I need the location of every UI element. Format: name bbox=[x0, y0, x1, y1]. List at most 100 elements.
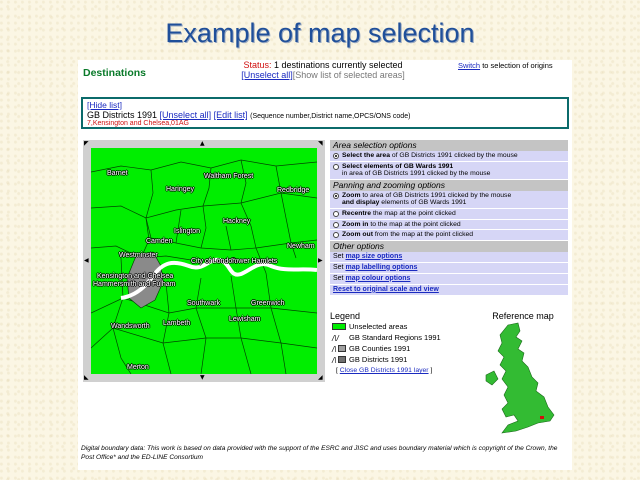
legend-unselected-label: Unselected areas bbox=[349, 322, 408, 331]
pan-option-zoom-out[interactable]: Zoom out from the map at the point click… bbox=[330, 230, 568, 241]
switch-text: to selection of origins bbox=[482, 61, 553, 70]
map-label-haringey: Haringey bbox=[166, 186, 195, 193]
area-option-select-elements[interactable]: Select elements of GB Wards 1991 in area… bbox=[330, 161, 568, 180]
pan-opt2-strong: Recentre bbox=[342, 209, 372, 217]
selected-district-area[interactable] bbox=[126, 251, 164, 309]
pan-up-right-icon[interactable]: ◥ bbox=[318, 141, 323, 147]
legend-title: Legend bbox=[330, 311, 361, 321]
set-label-2: Set bbox=[333, 263, 344, 271]
radio-select-area[interactable] bbox=[333, 153, 339, 159]
reset-view-link[interactable]: Reset to original scale and view bbox=[333, 286, 439, 293]
radio-zoom-in[interactable] bbox=[333, 221, 339, 228]
legend-row-counties: /\ GB Counties 1991 bbox=[330, 343, 475, 354]
ni-land-shape bbox=[485, 370, 499, 386]
radio-zoom-area[interactable] bbox=[333, 192, 339, 199]
close-layer-line: [ Close GB Districts 1991 layer ] bbox=[336, 367, 433, 374]
legend-districts-label: GB Districts 1991 bbox=[349, 355, 408, 364]
top-bar: Destinations Status: 1 destinations curr… bbox=[78, 60, 572, 96]
map-label-merton: Merton bbox=[127, 364, 149, 371]
edit-list-link[interactable]: [Edit list] bbox=[214, 110, 248, 120]
legend-regions-label: GB Standard Regions 1991 bbox=[349, 333, 441, 342]
pan-opt1-text: to area of GB Districts 1991 clicked by … bbox=[362, 191, 512, 199]
set-label-3: Set bbox=[333, 274, 344, 282]
map-labelling-link[interactable]: map labelling options bbox=[345, 264, 417, 271]
close-layer-link[interactable]: Close GB Districts 1991 layer bbox=[340, 367, 429, 374]
district-map[interactable]: Barnet Waltham Forest Haringey Redbridge… bbox=[91, 148, 317, 374]
radio-recentre[interactable] bbox=[333, 210, 339, 217]
map-label-lambeth: Lambeth bbox=[163, 320, 191, 327]
area-opt2-strong: Select elements of GB Wards 1991 bbox=[342, 162, 454, 170]
legend-row-regions: /\/ GB Standard Regions 1991 bbox=[330, 332, 475, 343]
pan-option-recentre[interactable]: Recentre the map at the point clicked bbox=[330, 208, 568, 220]
map-label-hammersmith: Hammersmith and Fulham bbox=[93, 281, 176, 288]
reference-marker bbox=[540, 416, 544, 419]
map-label-barnet: Barnet bbox=[107, 170, 128, 177]
area-option-select-area[interactable]: Select the area of GB Districts 1991 cli… bbox=[330, 151, 568, 162]
map-label-redbridge: Redbridge bbox=[277, 187, 310, 194]
map-labelling-row: Set map labelling options bbox=[330, 262, 568, 274]
map-label-kensington: Kensington and Chelsea bbox=[97, 273, 174, 280]
format-hint: (Sequence number,District name,OPCS/ONS … bbox=[250, 113, 411, 120]
switch-line: Switch to selection of origins bbox=[458, 61, 553, 70]
unselect-all-link[interactable]: [Unselect all] bbox=[241, 70, 293, 80]
pan-options-header: Panning and zooming options bbox=[330, 179, 568, 191]
other-options-header: Other options bbox=[330, 240, 568, 252]
options-panel: Area selection options Select the area o… bbox=[330, 140, 568, 296]
pan-opt1-strong2: and display bbox=[342, 199, 380, 207]
pan-up-left-icon[interactable]: ◤ bbox=[84, 141, 89, 147]
pan-option-zoom-in[interactable]: Zoom in to the map at the point clicked bbox=[330, 219, 568, 231]
map-size-link[interactable]: map size options bbox=[345, 253, 402, 260]
pan-down-right-icon[interactable]: ◢ bbox=[318, 375, 323, 381]
slide-title: Example of map selection bbox=[165, 18, 475, 48]
status-text: 1 destinations currently selected bbox=[273, 60, 403, 70]
pan-opt4-strong: Zoom out bbox=[342, 231, 373, 239]
pan-up-icon[interactable]: ▲ bbox=[200, 141, 205, 147]
layer-name: GB Districts 1991 bbox=[87, 110, 158, 120]
pan-down-left-icon[interactable]: ◣ bbox=[84, 375, 89, 381]
map-label-waltham-forest: Waltham Forest bbox=[204, 173, 254, 180]
reference-map: Reference map bbox=[478, 311, 568, 441]
map-label-hackney: Hackney bbox=[223, 218, 251, 225]
legend-row-districts: /\ GB Districts 1991 bbox=[330, 354, 475, 365]
radio-zoom-out[interactable] bbox=[333, 232, 339, 239]
map-label-wandsworth: Wandsworth bbox=[111, 323, 150, 330]
map-label-city-of-london: City of London bbox=[191, 258, 237, 265]
pan-down-icon[interactable]: ▼ bbox=[200, 375, 205, 381]
status-actions: [Unselect all][Show list of selected are… bbox=[198, 70, 448, 80]
pan-opt4-text: from the map at the point clicked bbox=[374, 231, 474, 239]
pan-opt2-text: the map at the point clicked bbox=[372, 209, 456, 217]
unselected-swatch bbox=[332, 323, 346, 330]
map-label-camden: Camden bbox=[146, 238, 173, 245]
map-size-row: Set map size options bbox=[330, 251, 568, 263]
legend-row-unselected: Unselected areas bbox=[330, 321, 475, 332]
footnote: Digital boundary data: This work is base… bbox=[81, 445, 558, 461]
switch-link[interactable]: Switch bbox=[458, 61, 480, 70]
pan-left-icon[interactable]: ◀ bbox=[84, 258, 89, 264]
map-label-lewisham: Lewisham bbox=[229, 316, 261, 323]
gb-outline[interactable] bbox=[478, 321, 568, 439]
web-panel: Destinations Status: 1 destinations curr… bbox=[78, 60, 572, 470]
set-label-1: Set bbox=[333, 252, 344, 260]
districts-swatch bbox=[338, 356, 346, 363]
selection-box: [Hide list] GB Districts 1991 [Unselect … bbox=[81, 97, 569, 129]
destinations-label: Destinations bbox=[83, 67, 147, 79]
map-label-greenwich: Greenwich bbox=[251, 300, 285, 307]
pan-right-icon[interactable]: ▶ bbox=[318, 258, 323, 264]
reset-row: Reset to original scale and view bbox=[330, 284, 568, 296]
pan-opt3-text: to the map at the point clicked bbox=[370, 220, 461, 228]
map-frame: ▲ ▼ ◀ ▶ ◤ ◥ ◣ ◢ Barnet Waltham Forest Ha… bbox=[83, 140, 325, 382]
map-label-southwark: Southwark bbox=[187, 300, 221, 307]
hide-list-link[interactable]: [Hide list] bbox=[87, 100, 122, 110]
reference-map-title: Reference map bbox=[492, 311, 554, 321]
area-opt1-strong: Select the area bbox=[342, 152, 390, 159]
map-colour-link[interactable]: map colour options bbox=[345, 275, 410, 282]
pan-option-zoom-area[interactable]: Zoom to area of GB Districts 1991 clicke… bbox=[330, 190, 568, 209]
radio-select-elements[interactable] bbox=[333, 163, 339, 170]
selection-unselect-all-link[interactable]: [Unselect all] bbox=[160, 110, 212, 120]
show-list-link[interactable]: [Show list of selected areas] bbox=[293, 70, 405, 80]
area-opt2-text: in area of GB Districts 1991 clicked by … bbox=[342, 170, 491, 178]
area-options-header: Area selection options bbox=[330, 140, 568, 151]
counties-swatch bbox=[338, 345, 346, 352]
legend: Legend Unselected areas /\/ GB Standard … bbox=[330, 311, 475, 374]
status-label: Status: bbox=[243, 60, 272, 70]
